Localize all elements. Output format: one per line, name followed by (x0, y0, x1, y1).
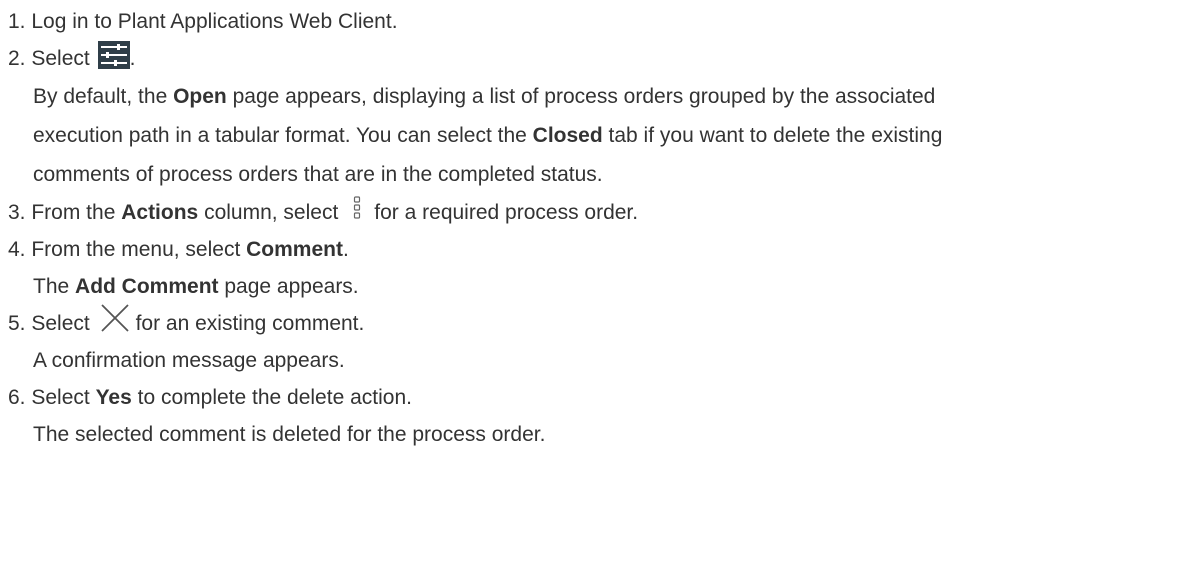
step-number: 2. (8, 47, 26, 70)
step-text: column, select (198, 201, 339, 224)
step-5-description: A confirmation message appears. (33, 349, 345, 372)
step-number: 4. (8, 238, 26, 261)
step-5-line: 5. Select for an existing comment. (8, 303, 1200, 342)
step-text: Select (31, 47, 90, 70)
step-6-line: 6. Select Yes to complete the delete act… (8, 379, 1200, 416)
step-3-line: 3. From the Actions column, select for a… (8, 194, 1200, 231)
closed-label: Closed (532, 124, 603, 147)
step-number: 3. (8, 201, 26, 224)
step-text-end: for an existing comment. (135, 312, 365, 335)
step-number: 5. (8, 312, 26, 335)
desc-text: page appears, displaying a list of proce… (226, 85, 936, 108)
step-2-description: By default, the Open page appears, displ… (8, 77, 1200, 194)
step-text-end: . (342, 238, 349, 261)
add-comment-label: Add Comment (75, 275, 219, 298)
step-text: Select (31, 312, 90, 335)
step-2-line: 2. Select . (8, 40, 1200, 77)
step-1: 1. Log in to Plant Applications Web Clie… (8, 3, 1200, 40)
step-4: 4. From the menu, select Comment. The Ad… (8, 231, 1200, 305)
step-text-end: . (129, 47, 136, 70)
step-text-end: to complete the delete action. (131, 386, 412, 409)
desc-text: tab if you want to delete the existing (602, 124, 943, 147)
kebab-menu-icon (346, 195, 368, 221)
step-number: 1. (8, 10, 26, 33)
step-5: 5. Select for an existing comment. A con… (8, 303, 1200, 379)
step-6: 6. Select Yes to complete the delete act… (8, 379, 1200, 453)
actions-label: Actions (121, 201, 199, 224)
step-number: 6. (8, 386, 26, 409)
filter-sliders-icon (97, 41, 130, 70)
step-1-line: 1. Log in to Plant Applications Web Clie… (8, 3, 1200, 40)
step-2: 2. Select . By default, the Open page ap… (8, 40, 1200, 194)
step-text: From the (31, 201, 122, 224)
desc-text: By default, the (33, 85, 174, 108)
open-label: Open (173, 85, 227, 108)
desc-text: execution path in a tabular format. You … (33, 124, 533, 147)
close-icon (98, 303, 132, 333)
procedure-steps: 1. Log in to Plant Applications Web Clie… (0, 0, 1200, 453)
step-3: 3. From the Actions column, select for a… (8, 194, 1200, 231)
step-text-end: for a required process order. (374, 201, 639, 224)
step-text: From the menu, select (31, 238, 247, 261)
step-6-description: The selected comment is deleted for the … (33, 423, 546, 446)
comment-label: Comment (246, 238, 343, 261)
step-4-line: 4. From the menu, select Comment. (8, 231, 1200, 268)
step-4-description: The Add Comment page appears. (8, 268, 1200, 305)
step-text: Select (31, 386, 96, 409)
desc-text: page appears. (218, 275, 359, 298)
yes-label: Yes (95, 386, 132, 409)
desc-text: comments of process orders that are in t… (33, 163, 603, 186)
desc-text: The (33, 275, 76, 298)
step-text: Log in to Plant Applications Web Client. (31, 10, 398, 33)
